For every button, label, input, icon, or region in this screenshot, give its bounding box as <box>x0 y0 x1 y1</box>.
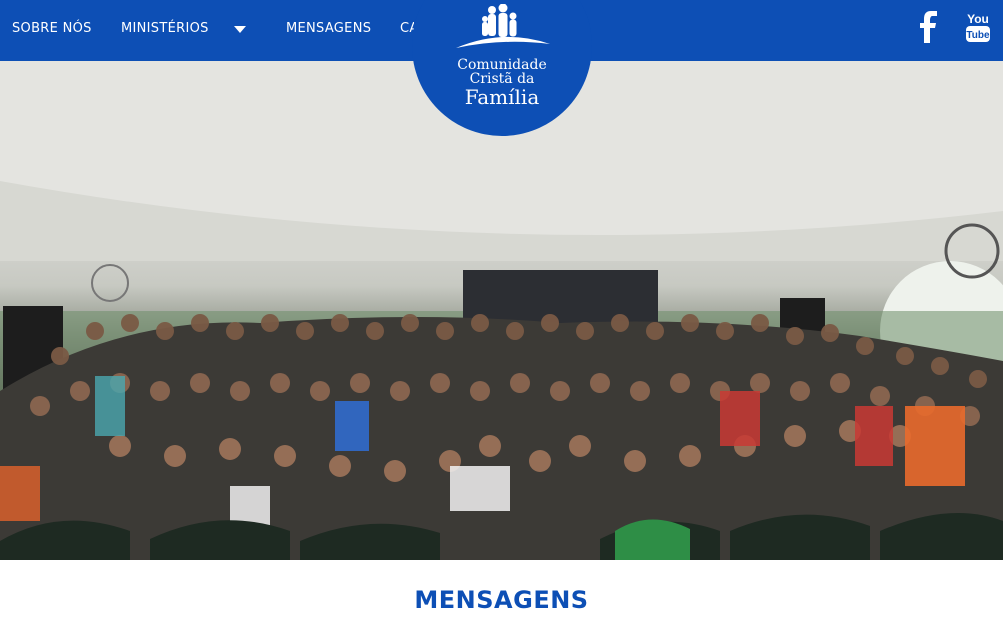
facebook-icon[interactable] <box>918 10 940 44</box>
logo-text-line-1: Comunidade <box>457 57 547 73</box>
youtube-icon[interactable]: You Tube <box>964 10 992 44</box>
svg-text:Tube: Tube <box>966 30 990 41</box>
section-title: MENSAGENS <box>414 586 589 614</box>
youtube-wordmark: You <box>967 12 989 26</box>
logo-text-line-3: Família <box>464 85 540 109</box>
logo-text-line-2: Cristã da <box>469 71 535 87</box>
nav-item-ministerios[interactable]: MINISTÉRIOS <box>121 21 209 36</box>
nav-item-mensagens[interactable]: MENSAGENS <box>286 21 371 36</box>
nav-item-sobre-nos[interactable]: SOBRE NÓS <box>12 21 92 36</box>
dropdown-caret-icon[interactable] <box>234 26 246 33</box>
family-silhouette-icon <box>456 4 550 48</box>
